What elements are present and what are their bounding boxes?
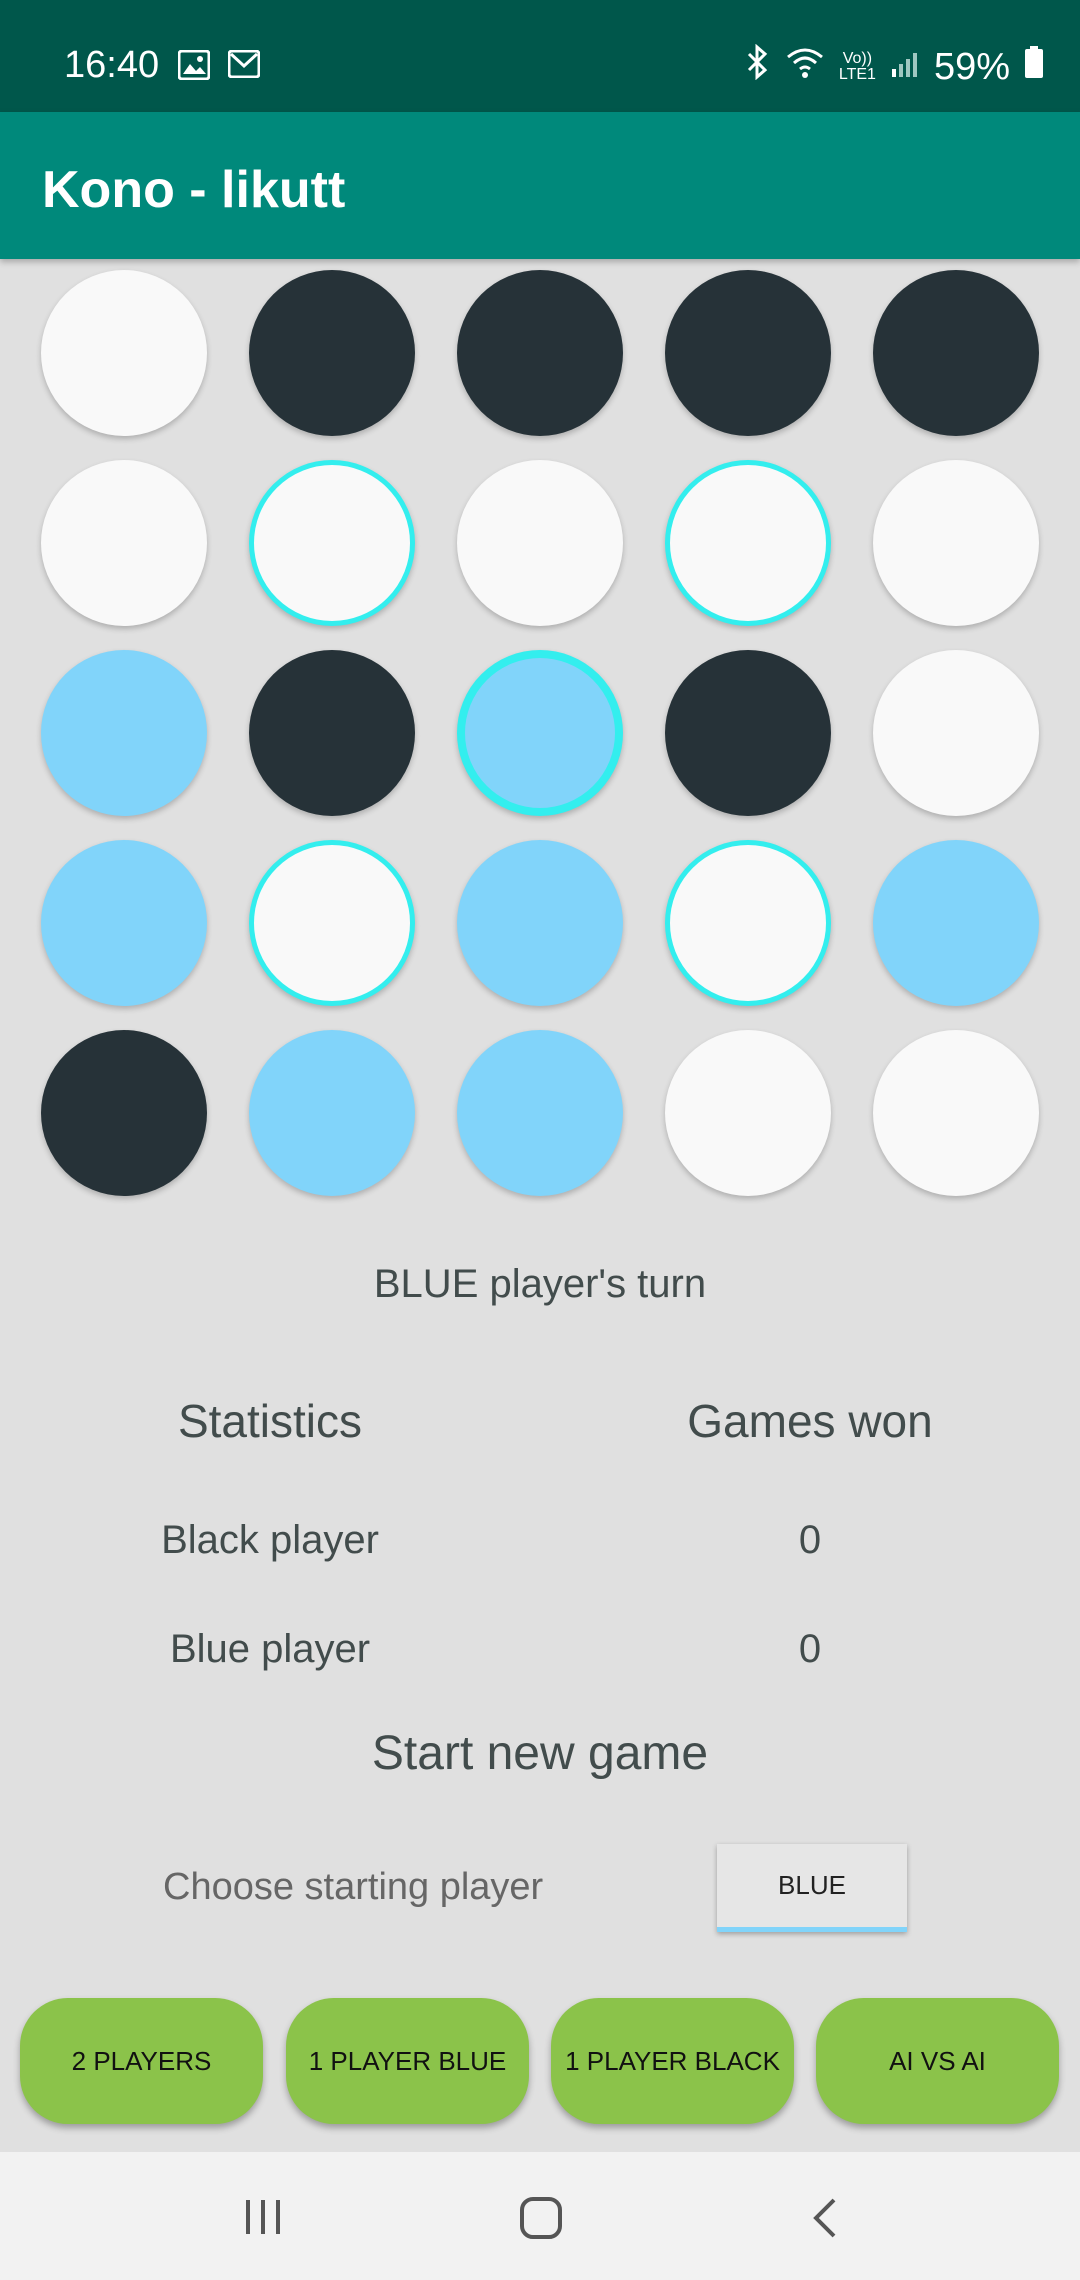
battery-icon xyxy=(1024,45,1044,89)
game-board xyxy=(0,260,1080,1210)
board-cell-r1-c3[interactable] xyxy=(665,460,831,626)
statistics-header: Statistics xyxy=(177,1395,363,1447)
home-icon[interactable] xyxy=(518,2196,564,2245)
board-cell-r0-c1[interactable] xyxy=(249,270,415,436)
two-players-button[interactable]: 2 PLAYERS xyxy=(20,1998,263,2124)
board-cell-r3-c3[interactable] xyxy=(665,840,831,1006)
board-cell-r1-c0[interactable] xyxy=(41,460,207,626)
board-cell-r2-c0[interactable] xyxy=(41,650,207,816)
board-cell-r3-c1[interactable] xyxy=(249,840,415,1006)
board-cell-r2-c1[interactable] xyxy=(249,650,415,816)
battery-text: 59% xyxy=(933,45,1010,88)
board-cell-r0-c2[interactable] xyxy=(457,270,623,436)
board-cell-r0-c4[interactable] xyxy=(873,270,1039,436)
board-cell-r1-c4[interactable] xyxy=(873,460,1039,626)
signal-icon xyxy=(890,46,920,89)
recent-apps-icon[interactable] xyxy=(240,2196,286,2243)
volte-label: Vo)) LTE1 xyxy=(838,50,876,83)
board-cell-r4-c1[interactable] xyxy=(249,1030,415,1196)
image-icon xyxy=(177,49,211,85)
board-cell-r0-c0[interactable] xyxy=(41,270,207,436)
board-cell-r1-c1[interactable] xyxy=(249,460,415,626)
black-player-wins: 0 xyxy=(798,1518,822,1562)
status-right: Vo)) LTE1 59% xyxy=(743,43,1044,90)
turn-indicator: BLUE player's turn xyxy=(373,1262,707,1306)
board-cell-r3-c2[interactable] xyxy=(457,840,623,1006)
board-cell-r4-c4[interactable] xyxy=(873,1030,1039,1196)
black-player-label: Black player xyxy=(161,1518,379,1562)
blue-player-wins: 0 xyxy=(798,1627,822,1671)
board-cell-r2-c4[interactable] xyxy=(873,650,1039,816)
board-cell-r4-c0[interactable] xyxy=(41,1030,207,1196)
gmail-icon xyxy=(227,49,261,85)
ai-vs-ai-button[interactable]: AI VS AI xyxy=(816,1998,1059,2124)
wifi-icon xyxy=(785,45,825,89)
starting-player-toggle[interactable]: BLUE xyxy=(717,1844,907,1932)
board-cell-r2-c3[interactable] xyxy=(665,650,831,816)
board-cell-r4-c3[interactable] xyxy=(665,1030,831,1196)
bluetooth-icon xyxy=(743,43,771,90)
start-new-game-title: Start new game xyxy=(371,1727,709,1780)
app-bar: Kono - likutt xyxy=(0,112,1080,259)
blue-player-label: Blue player xyxy=(169,1627,371,1671)
status-time: 16:40 xyxy=(64,44,160,86)
back-icon[interactable] xyxy=(808,2196,842,2245)
board-cell-r3-c4[interactable] xyxy=(873,840,1039,1006)
board-cell-r0-c3[interactable] xyxy=(665,270,831,436)
one-player-black-button[interactable]: 1 PLAYER BLACK xyxy=(551,1998,794,2124)
one-player-blue-button[interactable]: 1 PLAYER BLUE xyxy=(286,1998,529,2124)
board-cell-r3-c0[interactable] xyxy=(41,840,207,1006)
games-won-header: Games won xyxy=(687,1395,933,1447)
board-cell-r4-c2[interactable] xyxy=(457,1030,623,1196)
board-cell-r2-c2[interactable] xyxy=(457,650,623,816)
notification-icons xyxy=(177,49,261,85)
status-bar: 16:40 Vo)) LTE1 59% xyxy=(0,0,1080,112)
choose-starting-player-label: Choose starting player xyxy=(163,1866,544,1908)
board-cell-r1-c2[interactable] xyxy=(457,460,623,626)
navigation-bar xyxy=(0,2152,1080,2280)
app-title: Kono - likutt xyxy=(42,161,346,219)
